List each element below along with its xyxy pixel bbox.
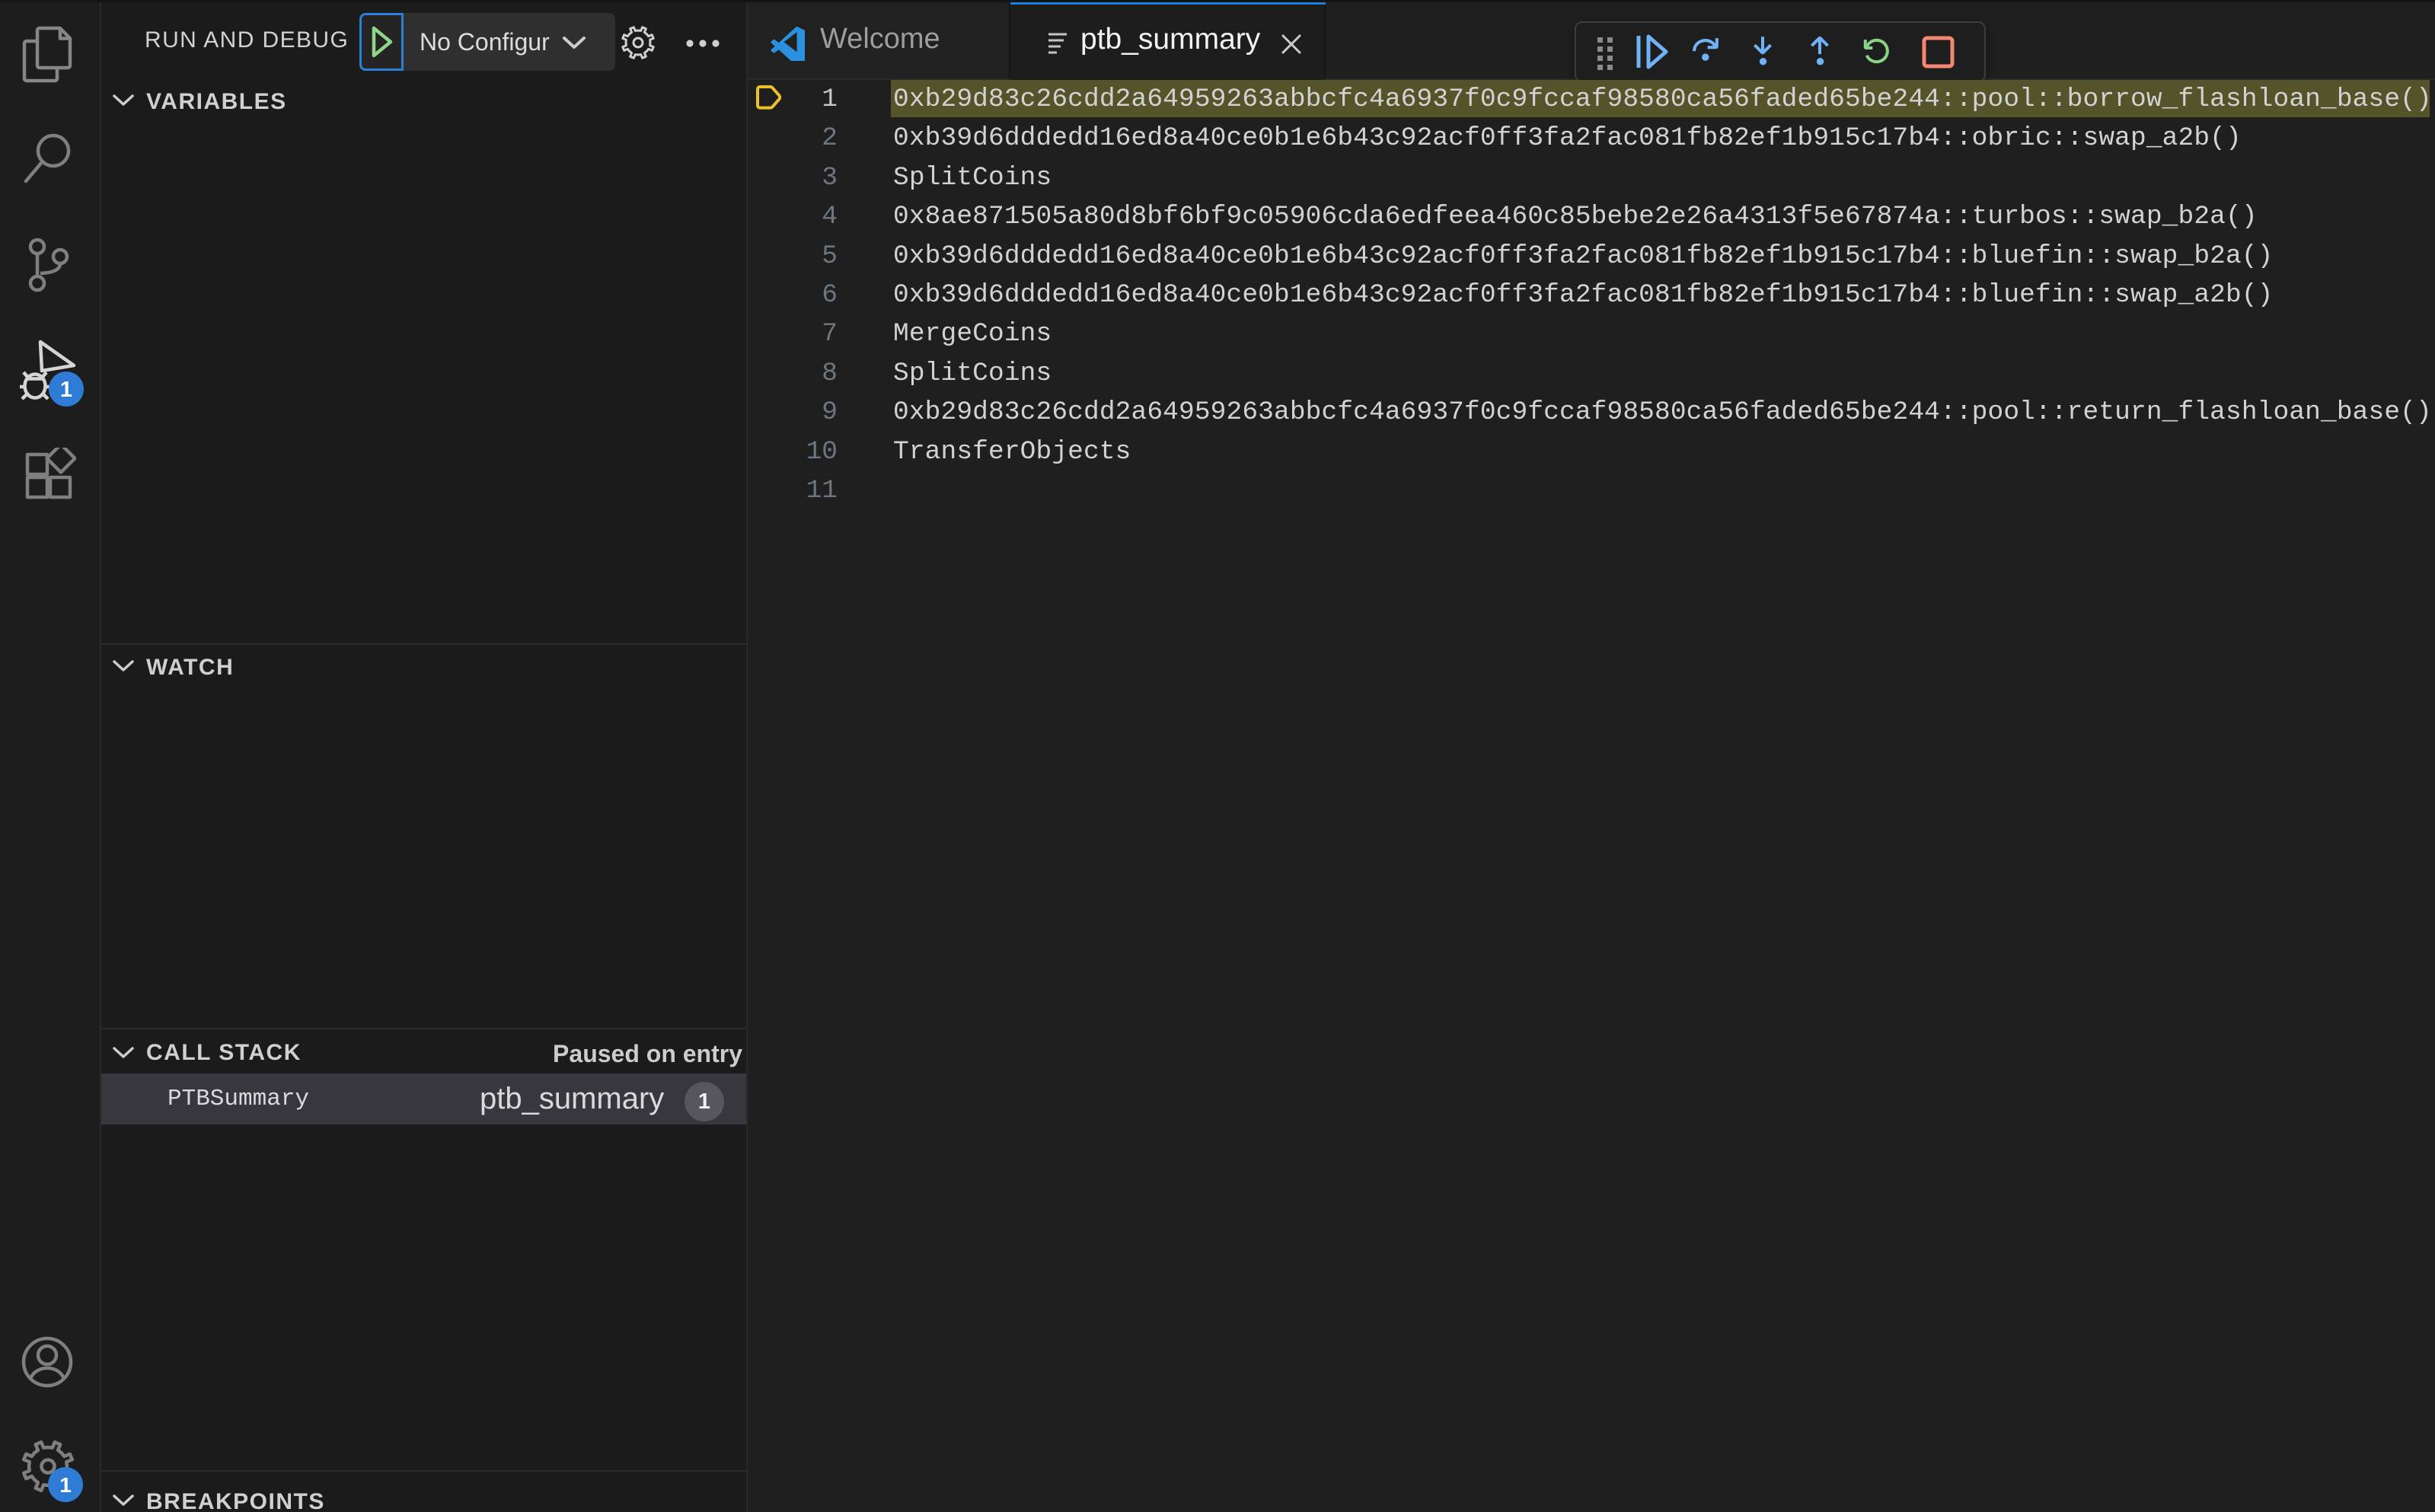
svg-text:1: 1 bbox=[59, 1473, 72, 1497]
svg-text:1: 1 bbox=[60, 378, 72, 402]
